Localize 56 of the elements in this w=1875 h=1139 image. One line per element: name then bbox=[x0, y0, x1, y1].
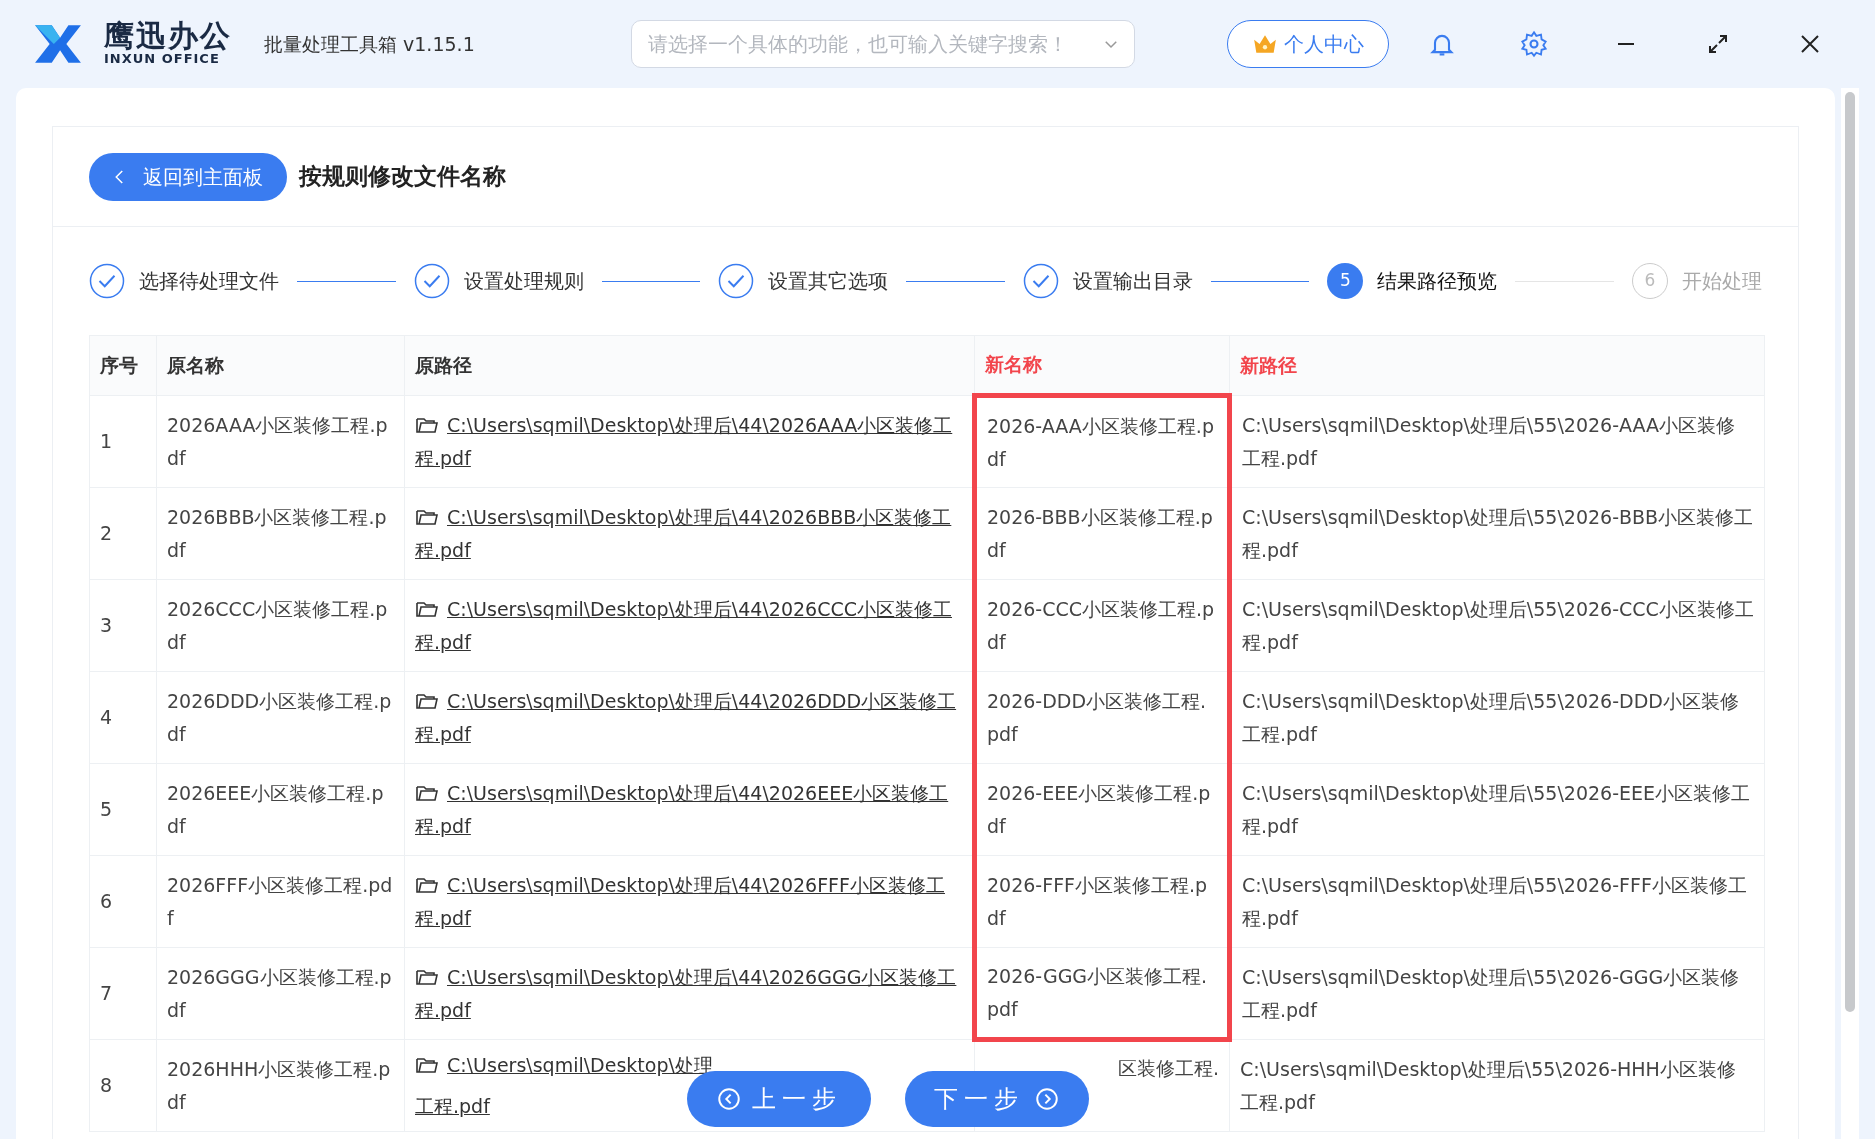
table-cell: 2026GGG小区装修工程.pdf bbox=[156, 947, 405, 1040]
table-cell: 4 bbox=[89, 671, 157, 764]
step-label[interactable]: 结果路径预览 bbox=[1377, 266, 1498, 296]
next-button[interactable]: 下一步 bbox=[905, 1071, 1089, 1127]
table-cell: 2026FFF小区装修工程.pdf bbox=[156, 855, 405, 948]
step-label[interactable]: 设置其它选项 bbox=[768, 266, 889, 296]
table-cell: C:\Users\sqmil\Desktop\处理后\55\2026-CCC小区装修工程.pdf bbox=[1229, 579, 1765, 672]
table-cell: 2026CCC小区装修工程.pdf bbox=[156, 579, 405, 672]
page-title: 按规则修改文件名称 bbox=[299, 162, 506, 192]
table-cell: 2 bbox=[89, 487, 157, 580]
table-cell: C:\Users\sqmil\Desktop\处理后\55\2026-DDD小区装修工程.pdf bbox=[1229, 671, 1765, 764]
step-label[interactable]: 设置输出目录 bbox=[1072, 266, 1193, 296]
table-cell: C:\Users\sqmil\Desktop\处理后\55\2026-FFF小区装修工程.pdf bbox=[1229, 855, 1765, 948]
table-cell: 7 bbox=[89, 947, 157, 1040]
step-label[interactable]: 设置处理规则 bbox=[463, 266, 584, 296]
brand-subtitle: INXUN OFFICE bbox=[104, 51, 221, 67]
step-number: 5 bbox=[1327, 263, 1364, 299]
maximize-icon[interactable] bbox=[1706, 32, 1730, 56]
file-path-link[interactable]: 工程.pdf bbox=[415, 1089, 490, 1123]
settings-icon[interactable] bbox=[1520, 30, 1548, 58]
table-cell: C:\Users\sqmil\Desktop\处理后\55\2026-AAA小区装修工程.pdf bbox=[1229, 395, 1765, 488]
table-cell: 2026-GGG小区装修工程.pdf bbox=[974, 947, 1230, 1040]
table-cell: 8 bbox=[89, 1039, 157, 1132]
user-center-button[interactable]: 个人中心 bbox=[1227, 20, 1389, 68]
table-cell: 2026HHH小区装修工程.pdf bbox=[156, 1039, 405, 1132]
table-cell: 5 bbox=[89, 763, 157, 856]
table-cell: 2026-CCC小区装修工程.pdf bbox=[974, 579, 1230, 672]
column-header: 原名称 bbox=[156, 335, 405, 396]
table-cell: 6 bbox=[89, 855, 157, 948]
chevron-left-icon bbox=[716, 1086, 742, 1112]
chevron-right-icon bbox=[1034, 1086, 1060, 1112]
column-header: 原路径 bbox=[404, 335, 975, 396]
table-cell: 2026BBB小区装修工程.pdf bbox=[156, 487, 405, 580]
brand-name: 鹰迅办公 bbox=[104, 21, 232, 52]
table-cell: 3 bbox=[89, 579, 157, 672]
table-cell: 2026-AAA小区装修工程.pdf bbox=[974, 395, 1230, 488]
column-header: 新路径 bbox=[1229, 335, 1765, 396]
table-cell: C:\Users\sqmil\Desktop\处理后\55\2026-HHH小区装修工程.pdf bbox=[1229, 1039, 1765, 1132]
search-field[interactable]: 请选择一个具体的功能，也可输入关键字搜索！ bbox=[630, 20, 1135, 68]
table-cell: 2026DDD小区装修工程.pdf bbox=[156, 671, 405, 764]
table-cell: 2026AAA小区装修工程.pdf bbox=[156, 395, 405, 488]
table-cell: 2026-BBB小区装修工程.pdf bbox=[974, 487, 1230, 580]
table-cell: C:\Users\sqmil\Desktop\处理后\55\2026-EEE小区装修工程.pdf bbox=[1229, 763, 1765, 856]
table-cell: C:\Users\sqmil\Desktop\处理后\55\2026-GGG小区装修工程.pdf bbox=[1229, 947, 1765, 1040]
table-cell: 2026EEE小区装修工程.pdf bbox=[156, 763, 405, 856]
column-header: 新名称 bbox=[974, 335, 1230, 396]
scrollbar-thumb[interactable] bbox=[1845, 92, 1855, 1012]
table-cell: C:\Users\sqmil\Desktop\处理后\55\2026-BBB小区装修工程.pdf bbox=[1229, 487, 1765, 580]
app-title: 批量处理工具箱 v1.15.1 bbox=[264, 31, 475, 57]
table-cell: 1 bbox=[89, 395, 157, 488]
table-cell: 2026-FFF小区装修工程.pdf bbox=[974, 855, 1230, 948]
back-button[interactable]: 返回到主面板 bbox=[89, 152, 287, 201]
table-cell: 2026-DDD小区装修工程.pdf bbox=[974, 671, 1230, 764]
table-cell: 2026-EEE小区装修工程.pdf bbox=[974, 763, 1230, 856]
step-label[interactable]: 选择待处理文件 bbox=[139, 266, 279, 296]
column-header: 序号 bbox=[89, 335, 157, 396]
